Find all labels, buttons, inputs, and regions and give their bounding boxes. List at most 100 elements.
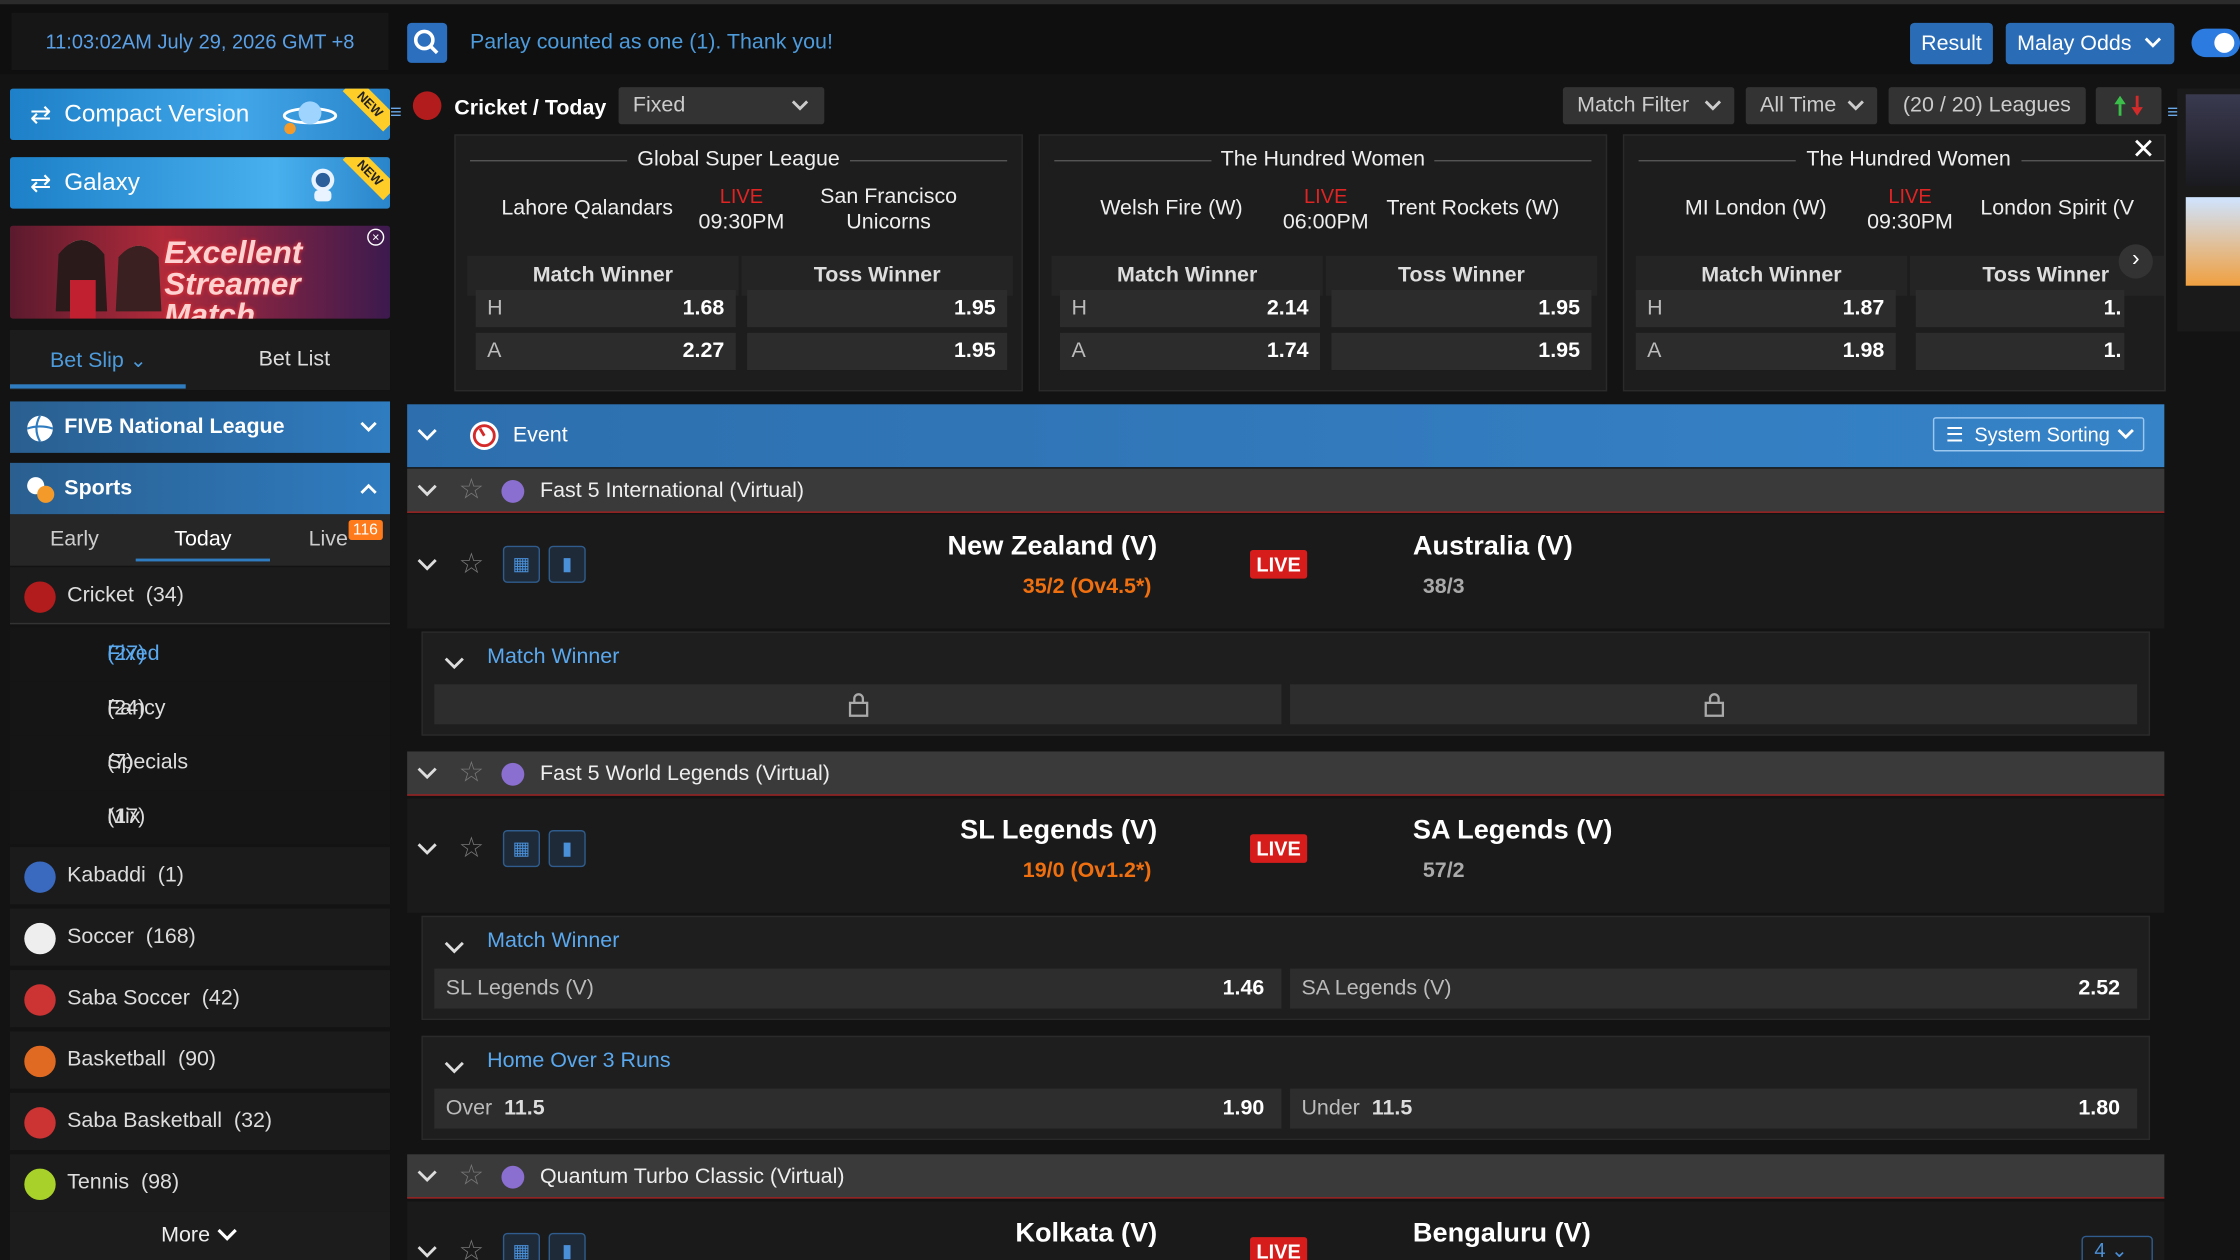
market-title: Home Over 3 Runs xyxy=(487,1048,671,1073)
kabaddi-icon xyxy=(24,861,56,893)
featured-match-card[interactable]: Global Super League Lahore Qalandars LIV… xyxy=(454,134,1023,392)
bar-chart-icon[interactable]: ▮ xyxy=(548,1232,586,1260)
compact-version-banner[interactable]: ⇄ Compact Version NEW xyxy=(10,88,391,141)
sport-item-soccer[interactable]: Soccer (168) xyxy=(10,908,391,966)
stats-calendar-icon[interactable]: ▦ xyxy=(502,1232,541,1260)
cricket-sub-fixed[interactable]: Fixed (27) xyxy=(10,627,391,682)
search-button[interactable] xyxy=(407,22,448,63)
stats-calendar-icon[interactable]: ▦ xyxy=(502,830,541,868)
promo-thumb[interactable] xyxy=(2185,197,2240,286)
tab-bet-list[interactable]: Bet List xyxy=(259,330,330,390)
league-name: Quantum Turbo Classic (Virtual) xyxy=(540,1164,845,1189)
sort-toggle-button[interactable] xyxy=(2095,87,2162,125)
chevron-down-icon xyxy=(1847,100,1864,111)
star-icon[interactable]: ☆ xyxy=(459,1154,485,1198)
odds-button[interactable]: A 1.74 xyxy=(1060,332,1321,371)
fivb-section[interactable]: FIVB National League xyxy=(10,401,391,453)
cricket-sub-mix-parlay[interactable]: Mix Parlay (17) xyxy=(10,790,391,883)
odds-value: 1.95 xyxy=(954,338,996,363)
odds-value: 1.68 xyxy=(682,295,725,321)
chevron-down-icon[interactable] xyxy=(416,427,439,443)
chevron-down-icon[interactable] xyxy=(416,841,439,857)
odds-button[interactable]: 1.95 xyxy=(1331,332,1592,371)
league-header[interactable]: ☆ Quantum Turbo Classic (Virtual) xyxy=(407,1154,2165,1199)
odds-button[interactable]: A 1.98 xyxy=(1635,332,1896,371)
star-icon[interactable]: ☆ xyxy=(459,546,485,582)
star-icon[interactable]: ☆ xyxy=(459,830,485,866)
sport-item-kabaddi[interactable]: Kabaddi (1) xyxy=(10,847,391,905)
chevron-down-icon xyxy=(1704,100,1722,111)
close-icon[interactable]: ✕ xyxy=(2131,131,2155,167)
more-markets-button[interactable]: 4 ⌄ xyxy=(2081,1235,2153,1260)
close-icon[interactable]: × xyxy=(367,228,385,246)
tab-live[interactable]: Live xyxy=(309,514,348,565)
menu-icon[interactable]: ≡ xyxy=(390,100,404,129)
sport-item-tennis[interactable]: Tennis (98) xyxy=(10,1154,391,1212)
sub-count: (7) xyxy=(107,750,134,775)
chevron-down-icon[interactable] xyxy=(416,557,439,573)
odds-button[interactable]: 1.95 xyxy=(747,332,1008,371)
odds-button[interactable]: Under 11.5 1.80 xyxy=(1290,1088,2138,1129)
carousel-next-icon[interactable]: › xyxy=(2118,244,2153,279)
chevron-down-icon[interactable] xyxy=(443,656,466,672)
league-logo-icon xyxy=(501,480,525,503)
featured-match-card[interactable]: The Hundred Women MI London (W) LIVE 09:… xyxy=(1622,134,2166,392)
sport-item-saba-soccer[interactable]: Saba Soccer (42) xyxy=(10,970,391,1028)
streamer-promo-banner[interactable]: Excellent Streamer Match × xyxy=(10,225,391,319)
odds-button[interactable]: SA Legends (V) 2.52 xyxy=(1290,968,2138,1009)
cricket-sub-fancy[interactable]: Fancy (24) xyxy=(10,681,391,736)
odds-button[interactable]: Over 11.5 1.90 xyxy=(434,1088,1282,1129)
bar-chart-icon[interactable]: ▮ xyxy=(548,830,586,868)
sport-item-cricket[interactable]: Cricket (34) xyxy=(10,567,391,625)
odds-button[interactable]: H 1.87 xyxy=(1635,290,1896,328)
tab-bet-slip[interactable]: Bet Slip ⌄ xyxy=(50,330,147,391)
odds-button[interactable]: 1. xyxy=(1915,332,2125,371)
time-filter-select[interactable]: All Time xyxy=(1745,87,1878,125)
odds-button[interactable]: 1.95 xyxy=(747,290,1008,328)
galaxy-banner[interactable]: ⇄ Galaxy NEW xyxy=(10,157,391,209)
odds-button[interactable]: 1.95 xyxy=(1331,290,1592,328)
promo-thumb[interactable] xyxy=(2185,94,2240,186)
league-header[interactable]: ☆ Fast 5 World Legends (Virtual) xyxy=(407,751,2165,796)
more-button[interactable]: More xyxy=(10,1211,391,1260)
star-icon[interactable]: ☆ xyxy=(459,469,485,513)
odds-button[interactable]: SL Legends (V) 1.46 xyxy=(434,968,1282,1009)
card-home-team: Lahore Qalandars xyxy=(501,195,673,221)
away-line1: Trent Rockets (W) xyxy=(1386,195,1560,221)
chevron-down-icon[interactable] xyxy=(443,940,466,956)
bar-chart-icon[interactable]: ▮ xyxy=(548,545,586,583)
league-header[interactable]: ☆ Fast 5 International (Virtual) xyxy=(407,468,2165,513)
sport-item-saba-basketball[interactable]: Saba Basketball (32) xyxy=(10,1092,391,1151)
star-icon[interactable]: ☆ xyxy=(459,751,485,795)
market-type-select[interactable]: Fixed xyxy=(618,87,825,125)
leagues-filter-button[interactable]: (20 / 20) Leagues xyxy=(1888,87,2086,125)
odds-type-select[interactable]: Malay Odds xyxy=(2005,22,2175,65)
chevron-down-icon[interactable] xyxy=(416,1244,439,1260)
stats-calendar-icon[interactable]: ▦ xyxy=(502,545,541,583)
swap-icon: ⇄ xyxy=(30,100,52,129)
chevron-down-icon[interactable] xyxy=(443,1060,466,1076)
sport-item-basketball[interactable]: Basketball (90) xyxy=(10,1031,391,1089)
saba-basketball-icon xyxy=(24,1107,56,1139)
featured-match-card[interactable]: The Hundred Women Welsh Fire (W) LIVE 06… xyxy=(1038,134,1608,392)
tab-early[interactable]: Early xyxy=(50,514,99,565)
odds-button[interactable]: H 1.68 xyxy=(475,290,736,328)
sport-count: (90) xyxy=(177,1047,217,1072)
tennis-icon xyxy=(24,1168,56,1201)
sub-count: (27) xyxy=(107,641,146,666)
star-icon[interactable]: ☆ xyxy=(459,1233,485,1260)
cricket-sub-specials[interactable]: Specials (7) xyxy=(10,735,391,791)
match-filter-label: Match Filter xyxy=(1577,92,1690,118)
theme-toggle[interactable] xyxy=(2191,28,2240,58)
odds-button[interactable]: H 2.14 xyxy=(1060,290,1321,328)
result-button[interactable]: Result xyxy=(1910,22,1993,65)
sports-section-header[interactable]: Sports xyxy=(10,462,391,515)
chevron-up-icon xyxy=(360,483,377,494)
market-title: Match Winner xyxy=(487,928,620,953)
system-sorting-select[interactable]: ☰ System Sorting xyxy=(1932,417,2145,452)
away-score: 38/3 xyxy=(1422,574,1465,599)
match-filter-select[interactable]: Match Filter xyxy=(1562,87,1735,125)
announcement-ticker[interactable]: Parlay counted as one (1). Thank you! xyxy=(470,23,833,63)
odds-button[interactable]: 1. xyxy=(1915,290,2125,328)
odds-button[interactable]: A 2.27 xyxy=(475,332,736,371)
